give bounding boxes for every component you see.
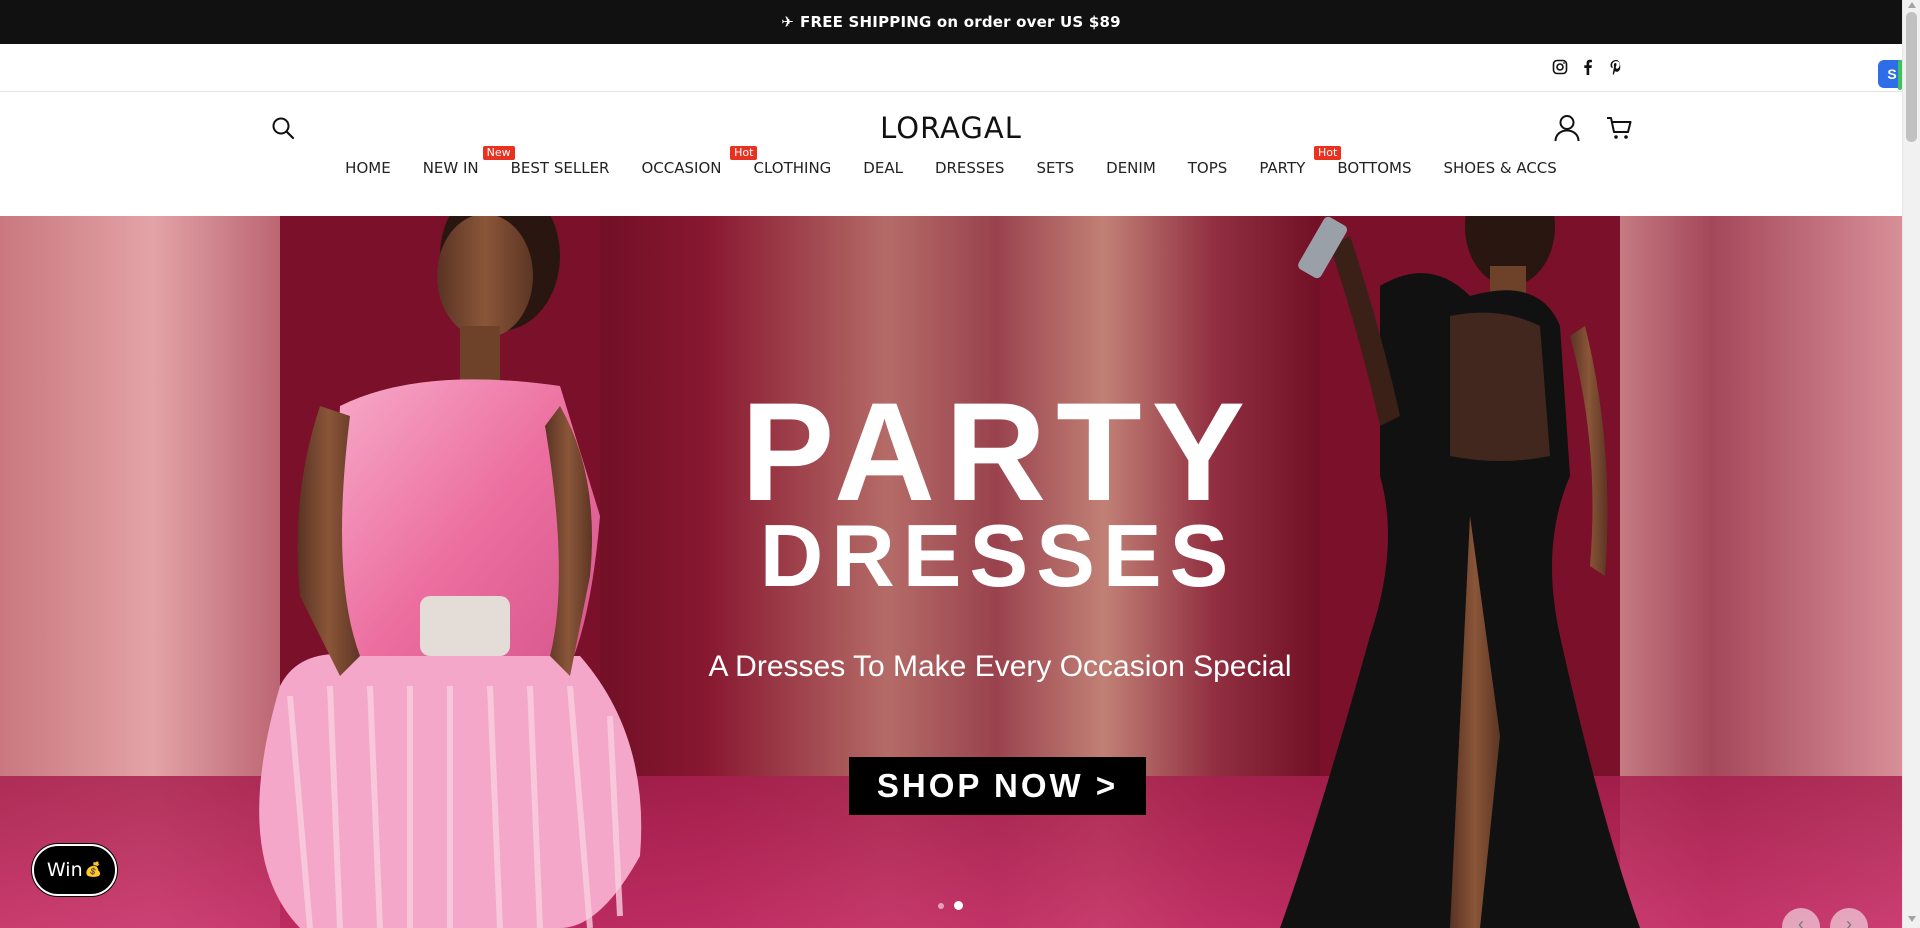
- chevron-right-icon: ›: [1846, 914, 1852, 928]
- nav-shoes-accs[interactable]: SHOES & ACCS: [1444, 159, 1557, 177]
- nav-home[interactable]: HOME: [345, 159, 391, 177]
- nav-label: PARTY: [1259, 159, 1306, 177]
- carousel-dot-active[interactable]: [954, 901, 963, 910]
- main-nav: HOME NEW IN New BEST SELLER OCCASION Hot…: [0, 146, 1902, 177]
- announcement-text: FREE SHIPPING on order over US $89: [800, 13, 1121, 31]
- hero-banner[interactable]: PARTY DRESSES A Dresses To Make Every Oc…: [0, 216, 1902, 928]
- chevron-left-icon: ‹: [1798, 914, 1804, 928]
- nav-deal[interactable]: DEAL: [863, 159, 903, 177]
- nav-label: BOTTOMS: [1337, 159, 1412, 177]
- money-bag-icon: 💰: [84, 862, 103, 878]
- win-label: Win: [46, 859, 83, 881]
- cart-icon[interactable]: [1606, 115, 1634, 143]
- scroll-down-arrow-icon[interactable]: [1908, 916, 1916, 922]
- nav-label: NEW IN: [422, 159, 479, 177]
- page-scrollbar[interactable]: [1902, 0, 1920, 928]
- nav-dresses[interactable]: DRESSES: [935, 159, 1005, 177]
- social-row: [0, 44, 1902, 92]
- carousel-dot[interactable]: [938, 902, 944, 909]
- nav-party[interactable]: PARTY Hot: [1259, 146, 1342, 177]
- nav-label: CLOTHING: [753, 159, 832, 177]
- nav-occasion[interactable]: OCCASION Hot: [641, 146, 758, 177]
- hero-title-dresses: DRESSES: [759, 506, 1237, 605]
- hero-subtitle: A Dresses To Make Every Occasion Special: [708, 650, 1292, 683]
- hot-badge: Hot: [730, 146, 758, 160]
- nav-tops[interactable]: TOPS: [1188, 159, 1228, 177]
- nav-bottoms[interactable]: BOTTOMS: [1337, 159, 1411, 177]
- nav-label: TOPS: [1187, 159, 1228, 177]
- nav-new-in[interactable]: NEW IN New: [422, 146, 515, 177]
- nav-label: HOME: [345, 159, 391, 177]
- facebook-icon[interactable]: [1579, 58, 1597, 76]
- shop-now-button[interactable]: SHOP NOW >: [849, 757, 1146, 815]
- pinterest-icon[interactable]: [1607, 58, 1625, 76]
- announcement-bar: ✈ FREE SHIPPING on order over US $89: [0, 0, 1902, 44]
- nav-label: BEST SELLER: [510, 159, 610, 177]
- nav-label: DENIM: [1106, 159, 1156, 177]
- new-badge: New: [482, 146, 515, 160]
- user-icon[interactable]: [1554, 114, 1582, 144]
- hot-badge: Hot: [1314, 146, 1342, 160]
- win-floating-button[interactable]: Win 💰: [32, 844, 117, 896]
- airplane-icon: ✈: [781, 13, 795, 31]
- instagram-icon[interactable]: [1551, 58, 1569, 76]
- nav-label: SETS: [1036, 159, 1075, 177]
- scroll-up-arrow-icon[interactable]: [1908, 2, 1916, 8]
- search-icon[interactable]: [271, 116, 297, 142]
- nav-sets[interactable]: SETS: [1036, 159, 1074, 177]
- nav-best-seller[interactable]: BEST SELLER: [511, 159, 610, 177]
- nav-label: DEAL: [863, 159, 903, 177]
- site-logo[interactable]: LORAGAL: [880, 111, 1022, 145]
- hero-title-party: PARTY: [740, 373, 1256, 530]
- scrollbar-thumb[interactable]: [1906, 12, 1917, 142]
- nav-denim[interactable]: DENIM: [1106, 159, 1156, 177]
- site-header: LORAGAL HOME NEW IN New BEST SELLER OCCA…: [0, 93, 1902, 216]
- nav-label: DRESSES: [934, 159, 1005, 177]
- nav-clothing[interactable]: CLOTHING: [753, 159, 831, 177]
- nav-label: OCCASION: [641, 159, 722, 177]
- carousel-dots: [938, 901, 963, 910]
- nav-label: SHOES & ACCS: [1443, 159, 1557, 177]
- social-icons: [1551, 58, 1625, 76]
